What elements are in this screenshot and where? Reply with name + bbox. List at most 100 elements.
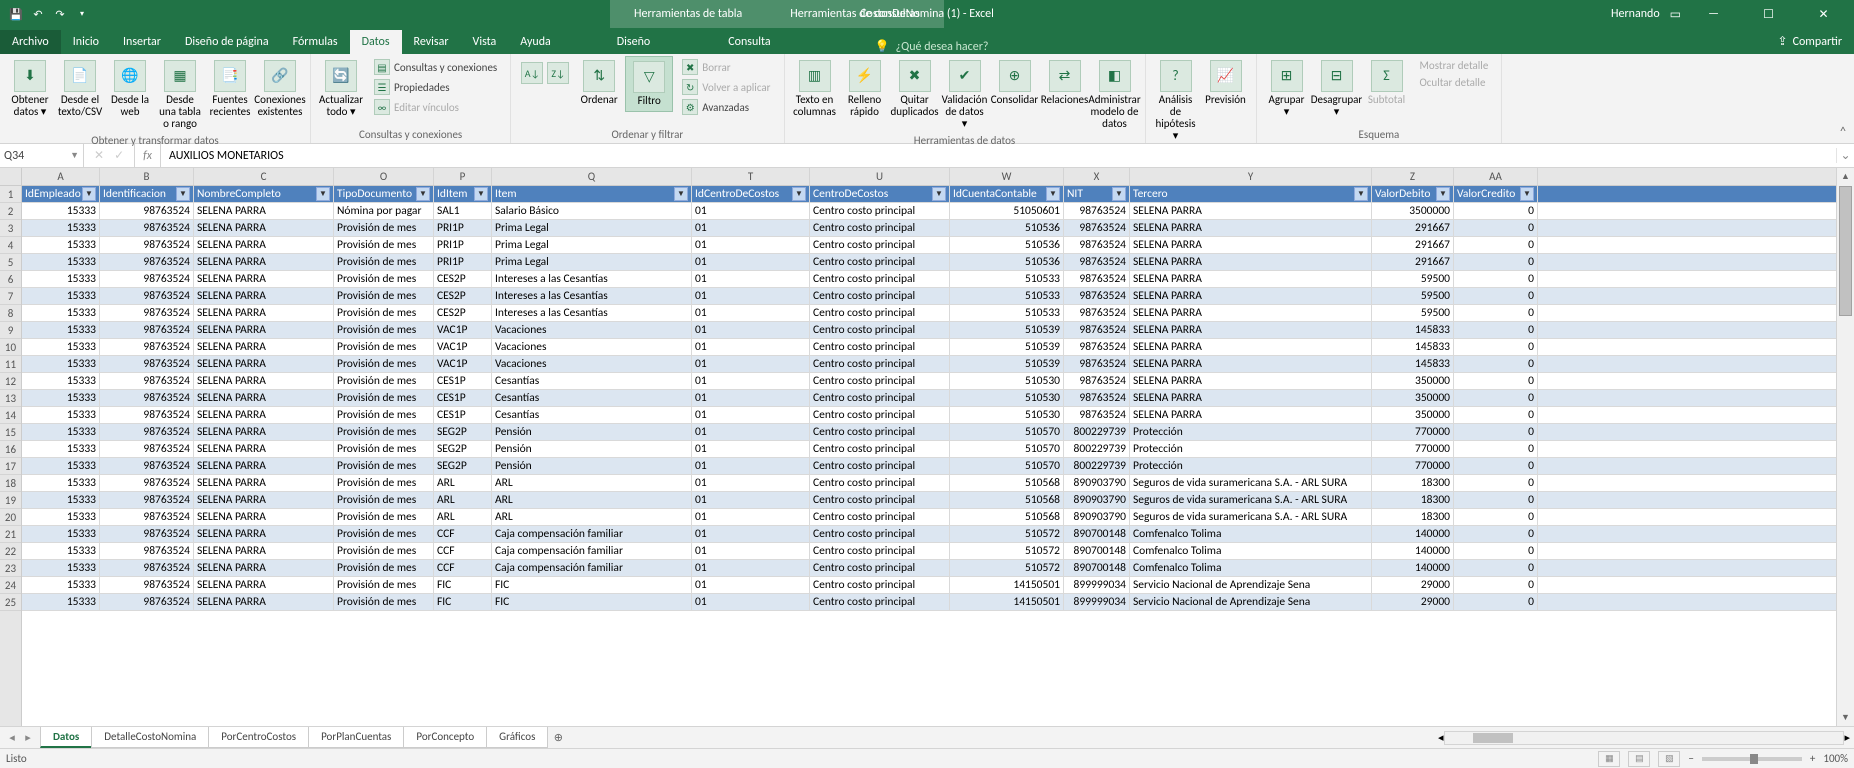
header-item[interactable]: Item▼ [492, 186, 692, 202]
refresh-all-button[interactable]: 🔄Actualizar todo ▾ [317, 56, 365, 122]
cell[interactable]: FIC [492, 577, 692, 593]
cell[interactable]: SELENA PARRA [194, 543, 334, 559]
cell[interactable]: Provisión de mes [334, 339, 434, 355]
cell[interactable]: 0 [1454, 305, 1538, 321]
row-head-5[interactable]: 5 [0, 254, 21, 271]
cell[interactable]: SELENA PARRA [194, 254, 334, 270]
cell[interactable]: 29000 [1372, 594, 1454, 610]
cell[interactable]: 01 [692, 305, 810, 321]
cell[interactable]: Servicio Nacional de Aprendizaje Sena [1130, 594, 1372, 610]
cell[interactable]: SELENA PARRA [194, 237, 334, 253]
cell[interactable]: 98763524 [100, 543, 194, 559]
cell[interactable]: 98763524 [100, 509, 194, 525]
cell[interactable]: 899999034 [1064, 594, 1130, 610]
cell[interactable]: 510570 [950, 458, 1064, 474]
cell[interactable]: 01 [692, 509, 810, 525]
cell[interactable]: 98763524 [100, 577, 194, 593]
cell[interactable]: 18300 [1372, 492, 1454, 508]
cell[interactable]: Centro costo principal [810, 407, 950, 423]
cell[interactable]: CCF [434, 543, 492, 559]
filter-dropdown-icon[interactable]: ▼ [1436, 187, 1450, 201]
cell[interactable]: 800229739 [1064, 458, 1130, 474]
add-sheet-button[interactable]: ⊕ [547, 731, 569, 744]
cell[interactable]: SEG2P [434, 458, 492, 474]
ribbon-display-icon[interactable]: ▭ [1670, 7, 1681, 22]
cell[interactable]: Centro costo principal [810, 441, 950, 457]
cell[interactable]: 510539 [950, 339, 1064, 355]
cell[interactable]: 0 [1454, 254, 1538, 270]
cell[interactable]: Provisión de mes [334, 543, 434, 559]
cell[interactable]: Pensión [492, 424, 692, 440]
cell[interactable]: 890700148 [1064, 526, 1130, 542]
cell[interactable]: 14150501 [950, 577, 1064, 593]
cell[interactable]: 01 [692, 594, 810, 610]
col-head-Q[interactable]: Q [492, 168, 692, 185]
cell[interactable]: 350000 [1372, 390, 1454, 406]
cell[interactable]: 15333 [22, 390, 100, 406]
col-head-Z[interactable]: Z [1372, 168, 1454, 185]
recent-sources-button[interactable]: 📑Fuentes recientes [206, 56, 254, 122]
cell[interactable]: 01 [692, 254, 810, 270]
cell[interactable]: Centro costo principal [810, 594, 950, 610]
cell[interactable]: Prima Legal [492, 220, 692, 236]
whatif-button[interactable]: ?Análisis de hipótesis ▾ [1152, 56, 1200, 146]
group-button[interactable]: ⊞Agrupar ▾ [1263, 56, 1311, 122]
cell[interactable]: 0 [1454, 373, 1538, 389]
col-head-W[interactable]: W [950, 168, 1064, 185]
cell[interactable]: SELENA PARRA [1130, 390, 1372, 406]
cell[interactable]: Provisión de mes [334, 271, 434, 287]
cell[interactable]: SELENA PARRA [194, 594, 334, 610]
existing-connections-button[interactable]: 🔗Conexiones existentes [256, 56, 304, 122]
cell[interactable]: CES2P [434, 271, 492, 287]
cell[interactable]: 145833 [1372, 322, 1454, 338]
table-row[interactable]: 1533398763524SELENA PARRAProvisión de me… [22, 441, 1836, 458]
tab-file[interactable]: Archivo [0, 30, 61, 54]
row-head-25[interactable]: 25 [0, 594, 21, 611]
cell[interactable]: CCF [434, 560, 492, 576]
cell[interactable]: 01 [692, 356, 810, 372]
cell[interactable]: CES1P [434, 390, 492, 406]
cell[interactable]: 770000 [1372, 424, 1454, 440]
cell[interactable]: VAC1P [434, 322, 492, 338]
cell[interactable]: 15333 [22, 271, 100, 287]
cell[interactable]: 15333 [22, 254, 100, 270]
filter-dropdown-icon[interactable]: ▼ [1354, 187, 1368, 201]
cell[interactable]: 899999034 [1064, 577, 1130, 593]
cell[interactable]: 890903790 [1064, 509, 1130, 525]
cell[interactable]: FIC [434, 577, 492, 593]
col-head-X[interactable]: X [1064, 168, 1130, 185]
normal-view-icon[interactable]: ▦ [1598, 751, 1620, 767]
cell[interactable]: 15333 [22, 492, 100, 508]
cell[interactable]: 0 [1454, 560, 1538, 576]
cell[interactable]: 15333 [22, 322, 100, 338]
cell[interactable]: 510536 [950, 254, 1064, 270]
maximize-button[interactable]: ☐ [1746, 0, 1791, 28]
cell[interactable]: ARL [492, 509, 692, 525]
cell[interactable]: Vacaciones [492, 356, 692, 372]
expand-formula-bar-icon[interactable]: ⌄ [1836, 148, 1854, 163]
table-row[interactable]: 1533398763524SELENA PARRAProvisión de me… [22, 543, 1836, 560]
filter-dropdown-icon[interactable]: ▼ [416, 187, 430, 201]
cell[interactable]: Vacaciones [492, 339, 692, 355]
cell[interactable]: 01 [692, 526, 810, 542]
redo-icon[interactable]: ↷ [52, 6, 68, 22]
header-idcentrodecostos[interactable]: IdCentroDeCostos▼ [692, 186, 810, 202]
row-head-1[interactable]: 1 [0, 186, 21, 203]
cell[interactable]: SELENA PARRA [1130, 220, 1372, 236]
cell[interactable]: Caja compensación familiar [492, 560, 692, 576]
cell[interactable]: 98763524 [100, 322, 194, 338]
cell[interactable]: Provisión de mes [334, 305, 434, 321]
cell[interactable]: Caja compensación familiar [492, 526, 692, 542]
row-head-3[interactable]: 3 [0, 220, 21, 237]
table-row[interactable]: 1533398763524SELENA PARRAProvisión de me… [22, 288, 1836, 305]
cell[interactable]: 98763524 [1064, 356, 1130, 372]
cell[interactable]: 15333 [22, 594, 100, 610]
close-button[interactable]: ✕ [1801, 0, 1846, 28]
cell[interactable]: 510572 [950, 543, 1064, 559]
tab-ayuda[interactable]: Ayuda [508, 30, 563, 54]
cell[interactable]: 01 [692, 475, 810, 491]
cell[interactable]: CES2P [434, 305, 492, 321]
from-table-range-button[interactable]: ▦Desde una tabla o rango [156, 56, 204, 134]
user-name[interactable]: Hernando [1611, 7, 1660, 21]
cell[interactable]: CES1P [434, 407, 492, 423]
